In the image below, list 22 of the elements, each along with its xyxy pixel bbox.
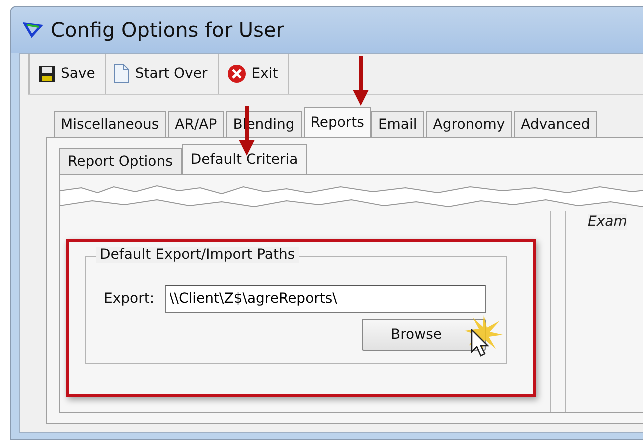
document-icon	[114, 64, 130, 84]
toolbar-button[interactable]: Exit	[218, 54, 290, 94]
tab[interactable]: AR/AP	[168, 111, 224, 137]
close-icon	[226, 64, 247, 84]
mouse-cursor-icon	[470, 329, 490, 359]
tab[interactable]: Miscellaneous	[54, 111, 166, 137]
export-path-field[interactable]: \\Client\Z$\agreReports\	[164, 285, 486, 313]
example-label: Exam	[588, 214, 628, 230]
window-title: Config Options for User	[51, 18, 284, 42]
browse-button[interactable]: Browse	[362, 319, 486, 351]
tab[interactable]: Reports	[304, 107, 372, 137]
tab[interactable]: Report Options	[59, 148, 182, 174]
export-label: Export:	[104, 291, 155, 307]
annotation-arrow	[353, 56, 369, 106]
tab[interactable]: Advanced	[514, 111, 598, 137]
tab[interactable]: Default Criteria	[182, 144, 308, 174]
triangle-logo-icon	[23, 22, 43, 38]
tab[interactable]: Email	[371, 111, 424, 137]
group-title: Default Export/Import Paths	[96, 247, 300, 263]
toolbar-button[interactable]: Start Over	[106, 54, 219, 94]
toolbar-button[interactable]: Save	[30, 54, 106, 94]
tab[interactable]: Agronomy	[426, 111, 512, 137]
